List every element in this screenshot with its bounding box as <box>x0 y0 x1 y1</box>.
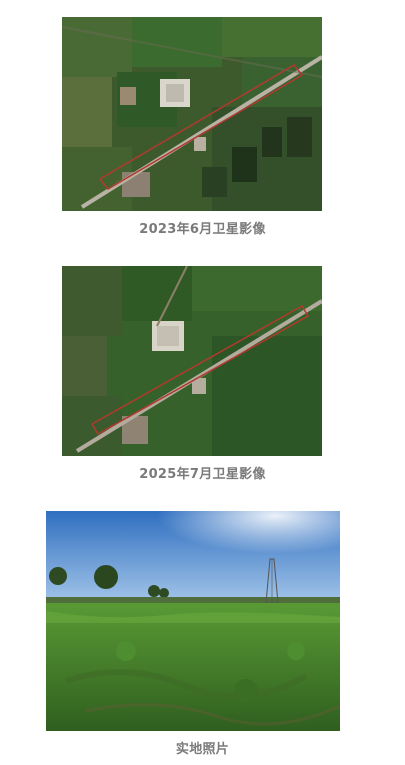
satellite-image-2023 <box>62 17 322 211</box>
field-photo <box>46 511 340 731</box>
satellite-image-2025 <box>62 266 322 456</box>
caption-2023: 2023年6月卫星影像 <box>139 222 266 237</box>
caption-2025: 2025年7月卫星影像 <box>139 467 266 482</box>
caption-field-photo: 实地照片 <box>175 742 230 757</box>
